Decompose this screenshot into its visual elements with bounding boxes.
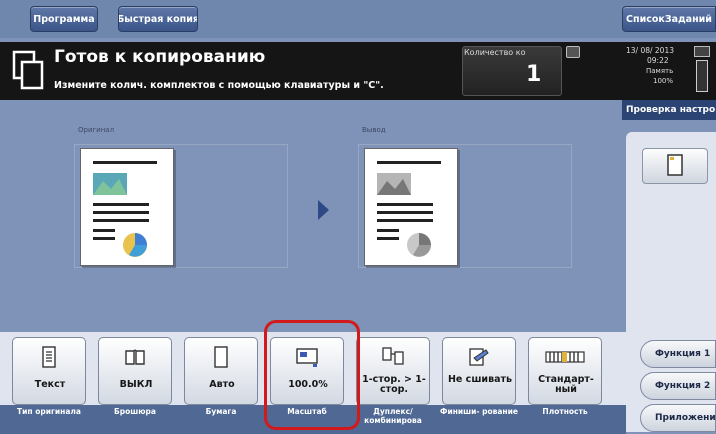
copy-screen: Программа Быстрая копия СписокЗаданий Го… — [0, 0, 716, 434]
original-type-button[interactable]: Текст — [12, 337, 86, 405]
system-time: 09:22 — [647, 56, 669, 65]
zoom-highlight-marker — [264, 320, 360, 430]
function2-button[interactable]: Функция 2 — [640, 372, 716, 400]
booklet-icon — [125, 349, 145, 365]
duplex-icon — [382, 347, 404, 365]
density-icon — [545, 351, 585, 363]
memory-label: Память — [646, 67, 674, 75]
duplex-caption: Дуплекс/ комбинирова — [364, 407, 422, 425]
paper-icon — [214, 346, 228, 368]
paper-caption: Бумага — [205, 407, 237, 416]
copy-icon — [12, 50, 44, 90]
original-page-thumbnail — [80, 148, 174, 266]
keypad-icon[interactable] — [566, 46, 580, 58]
tab-program[interactable]: Программа — [30, 6, 98, 32]
original-type-caption: Тип оригинала — [17, 407, 81, 416]
quantity-label: Количество ко — [464, 48, 526, 57]
density-value: Стандарт- ный — [538, 374, 594, 395]
finishing-value: Не сшивать — [447, 374, 512, 385]
density-caption: Плотность — [542, 407, 588, 416]
booklet-value: ВЫКЛ — [119, 379, 153, 390]
function1-button[interactable]: Функция 1 — [640, 340, 716, 368]
document-icon — [667, 154, 683, 176]
booklet-caption: Брошюра — [114, 407, 156, 416]
finishing-button[interactable]: Не сшивать — [442, 337, 516, 405]
duplex-value: 1-стор. > 1-стор. — [362, 374, 426, 395]
toner-icon — [696, 60, 708, 92]
paper-button[interactable]: Авто — [184, 337, 258, 405]
system-date: 13/ 08/ 2013 — [626, 46, 674, 55]
mail-icon — [694, 46, 710, 57]
tab-quick-copy[interactable]: Быстрая копия — [118, 6, 198, 32]
status-hint: Измените колич. комплектов с помощью кла… — [54, 80, 384, 91]
check-settings-button[interactable]: Проверка настро — [622, 100, 716, 120]
duplex-button[interactable]: 1-стор. > 1-стор. — [356, 337, 430, 405]
document-text-icon — [42, 346, 56, 368]
paper-value: Авто — [209, 379, 235, 390]
memory-value: 100% — [653, 77, 674, 85]
booklet-button[interactable]: ВЫКЛ — [98, 337, 172, 405]
output-label: Вывод — [362, 126, 386, 134]
application-button[interactable]: Приложение — [640, 404, 716, 432]
quantity-value: 1 — [526, 62, 542, 87]
original-label: Оригинал — [78, 126, 115, 134]
density-button[interactable]: Стандарт- ный — [528, 337, 602, 405]
side-document-button[interactable] — [642, 148, 708, 184]
top-tab-bar: Программа Быстрая копия СписокЗаданий — [0, 0, 716, 38]
arrow-right-icon — [318, 200, 329, 220]
status-title: Готов к копированию — [54, 47, 266, 67]
output-page-thumbnail — [364, 148, 458, 266]
finishing-icon — [469, 348, 489, 366]
original-type-value: Текст — [34, 379, 66, 390]
finishing-caption: Финиши- рование — [440, 407, 518, 416]
tab-job-list[interactable]: СписокЗаданий — [622, 6, 716, 32]
